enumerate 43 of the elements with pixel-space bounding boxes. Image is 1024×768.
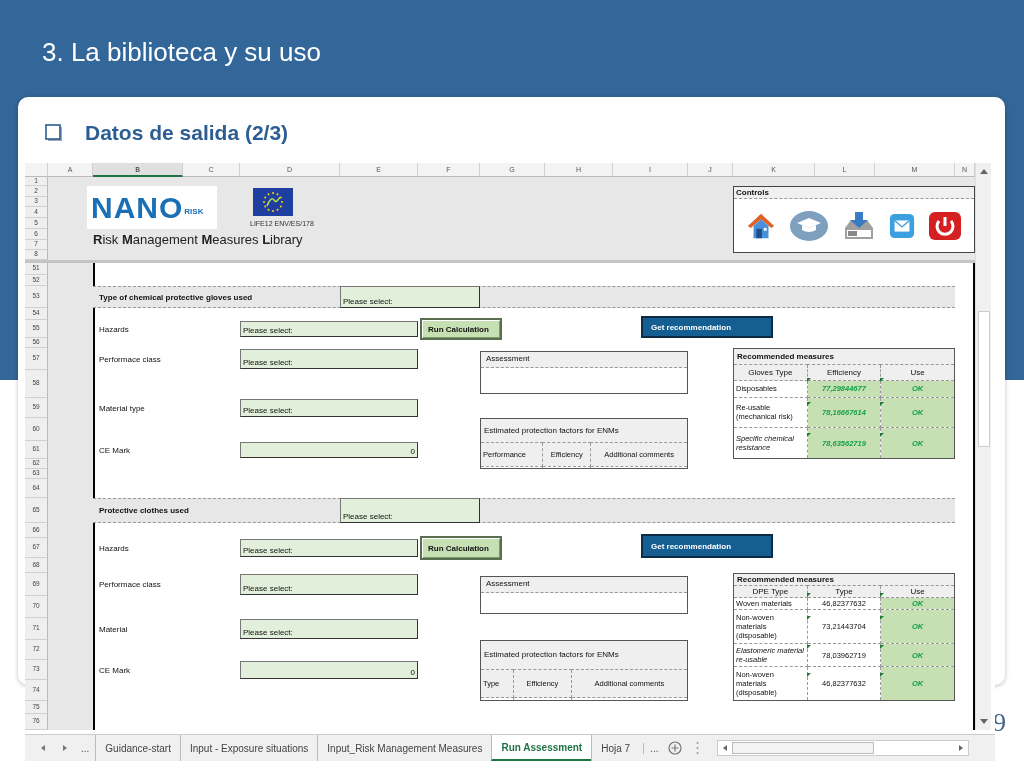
table-title: Recommended measures [733,348,955,365]
table-title: Estimated protection factors for ENMs [480,640,688,670]
column-header: Gloves Type [733,364,808,381]
sheet-tab[interactable]: Run Assessment [491,735,592,761]
panel-title: Controls [734,187,974,199]
calculate-button[interactable]: Run Calculation [420,318,502,340]
recommendation-button[interactable]: Get recommendation [641,534,773,558]
field-label: Material [98,624,129,634]
logo-wordmark: NANO [91,190,184,225]
section-heading: Datos de salida (2/3) [85,120,289,146]
dropdown-field[interactable]: Please select: [240,574,418,595]
sheet-tab[interactable]: Guidance-start [95,735,180,761]
recommendation-button[interactable]: Get recommendation [641,316,773,338]
number-field[interactable]: 0 [240,661,418,679]
field-label: Hazards [98,324,130,334]
section-title: Type of chemical protective gloves used [98,292,254,302]
slide-title: 3. La biblioteca y su uso [41,36,321,68]
section-title: Protective clothes used [98,506,190,515]
dropdown-field[interactable]: Please select: [240,619,418,639]
number-field[interactable]: 0 [240,442,418,458]
table-title: Estimated protection factors for ENMs [480,418,688,443]
field-label: Performace class [98,354,162,364]
more-sheets-button[interactable]: ... [69,742,96,754]
calculate-button[interactable]: Run Calculation [420,536,502,560]
dropdown-field[interactable]: Please select: [340,286,480,308]
field-label: CE Mark [98,665,132,675]
field-label: Material type [98,403,146,413]
panel-heading: Assessment [481,352,687,368]
sheet-tab[interactable]: Input - Exposure situations [179,735,318,761]
library-title: Risk Management Measures Library [93,232,304,247]
table-title: Recommended measures [733,573,955,586]
dropdown-field[interactable]: Please select: [240,349,418,369]
field-label: CE Mark [98,445,132,455]
dropdown-field[interactable]: Please select: [340,498,480,523]
sheet-tab[interactable]: Hoja 7 [591,735,640,761]
field-label: Hazards [98,543,130,553]
logo-tagline: RISK [184,207,204,216]
dropdown-field[interactable]: Please select: [240,539,418,557]
dropdown-field[interactable]: Please select: [240,321,418,337]
field-label: Performace class [98,580,162,589]
dropdown-field[interactable]: Please select: [240,399,418,417]
more-sheets-button[interactable]: ... [643,742,665,754]
panel-heading: Assessment [481,577,687,593]
